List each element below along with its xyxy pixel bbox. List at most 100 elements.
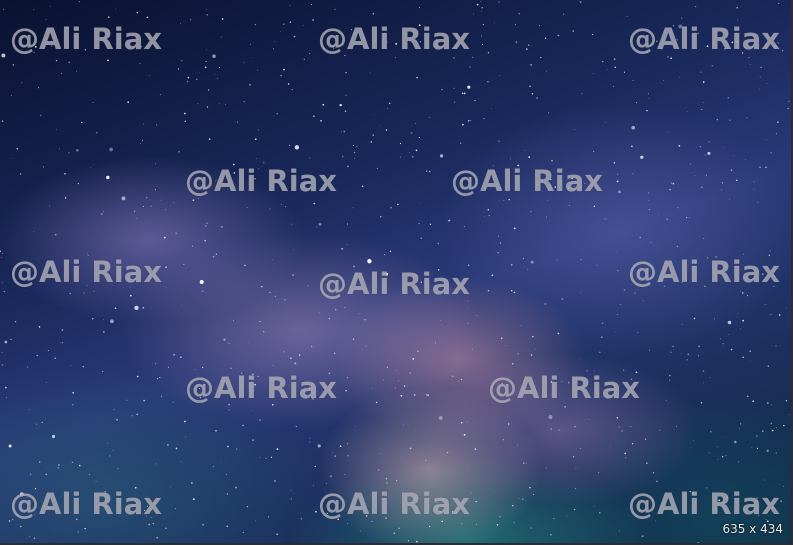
star bbox=[510, 158, 512, 160]
star bbox=[287, 83, 290, 85]
star bbox=[693, 317, 696, 320]
star bbox=[646, 110, 648, 112]
star bbox=[501, 337, 503, 339]
star bbox=[702, 370, 705, 372]
star bbox=[770, 152, 772, 154]
star bbox=[272, 259, 274, 261]
star bbox=[529, 85, 531, 87]
star bbox=[372, 12, 375, 15]
star bbox=[140, 142, 141, 144]
star bbox=[415, 123, 417, 124]
star bbox=[196, 78, 198, 80]
star bbox=[588, 418, 590, 420]
star bbox=[215, 253, 218, 255]
star bbox=[180, 356, 182, 358]
star bbox=[307, 284, 309, 286]
star bbox=[467, 322, 469, 324]
star bbox=[524, 150, 526, 152]
star bbox=[152, 522, 154, 525]
star bbox=[161, 395, 163, 397]
star bbox=[197, 102, 199, 105]
star bbox=[219, 67, 220, 68]
star bbox=[51, 434, 56, 439]
star bbox=[221, 18, 224, 20]
star bbox=[180, 461, 182, 463]
star bbox=[557, 368, 558, 370]
star bbox=[770, 404, 772, 406]
star bbox=[283, 351, 285, 353]
star bbox=[775, 427, 777, 429]
star bbox=[131, 415, 133, 417]
star bbox=[251, 410, 252, 412]
star bbox=[288, 144, 291, 146]
star bbox=[198, 239, 200, 241]
star bbox=[678, 145, 681, 147]
star bbox=[564, 406, 566, 408]
star bbox=[580, 259, 582, 261]
star bbox=[215, 429, 217, 432]
star bbox=[614, 331, 616, 333]
star bbox=[510, 263, 513, 266]
star bbox=[376, 167, 378, 169]
star bbox=[553, 518, 555, 520]
star bbox=[636, 102, 638, 104]
star bbox=[483, 118, 485, 120]
star bbox=[202, 290, 204, 292]
star bbox=[420, 237, 423, 240]
star bbox=[347, 223, 348, 225]
star bbox=[469, 120, 471, 122]
star bbox=[328, 317, 330, 320]
star bbox=[165, 287, 167, 289]
star bbox=[164, 208, 166, 210]
star bbox=[206, 14, 208, 16]
star bbox=[270, 456, 273, 458]
star bbox=[313, 115, 315, 117]
star bbox=[64, 197, 67, 199]
star bbox=[385, 129, 388, 131]
star bbox=[38, 87, 40, 89]
star bbox=[494, 22, 495, 24]
star bbox=[398, 527, 400, 530]
star bbox=[736, 7, 738, 9]
star bbox=[202, 366, 204, 369]
star bbox=[21, 82, 23, 84]
star bbox=[639, 236, 641, 239]
star bbox=[394, 57, 396, 58]
star bbox=[1, 282, 3, 284]
star bbox=[623, 71, 626, 73]
star bbox=[786, 307, 788, 309]
star bbox=[467, 264, 470, 267]
star bbox=[634, 292, 636, 294]
star bbox=[92, 318, 94, 320]
star bbox=[103, 211, 104, 212]
star bbox=[226, 474, 228, 475]
star bbox=[551, 160, 553, 162]
star bbox=[250, 43, 251, 45]
star bbox=[165, 527, 167, 529]
star bbox=[334, 352, 336, 354]
star bbox=[703, 80, 705, 82]
star bbox=[766, 449, 769, 452]
star bbox=[42, 166, 45, 168]
star bbox=[438, 416, 443, 420]
star bbox=[670, 57, 672, 60]
star bbox=[353, 151, 356, 154]
star bbox=[666, 218, 668, 220]
star bbox=[428, 170, 431, 173]
star bbox=[412, 358, 415, 360]
star bbox=[107, 16, 110, 18]
star bbox=[759, 76, 761, 78]
star bbox=[204, 225, 207, 227]
star bbox=[521, 498, 524, 501]
star bbox=[491, 108, 492, 109]
star bbox=[38, 326, 41, 328]
star bbox=[463, 92, 466, 95]
star bbox=[334, 8, 336, 10]
star bbox=[591, 33, 594, 36]
star bbox=[12, 64, 14, 66]
star bbox=[10, 338, 12, 340]
star bbox=[777, 121, 779, 123]
star bbox=[735, 179, 738, 182]
star bbox=[775, 345, 777, 347]
star bbox=[548, 112, 549, 114]
